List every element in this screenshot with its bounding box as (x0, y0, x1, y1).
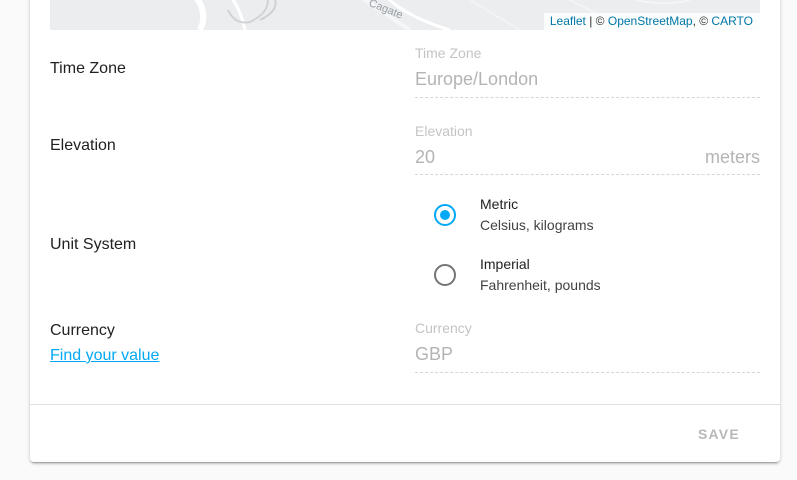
imperial-radio[interactable] (434, 264, 456, 286)
find-your-value-link[interactable]: Find your value (50, 347, 159, 365)
time-zone-field-label: Time Zone (415, 45, 482, 61)
elevation-unit-suffix: meters (704, 147, 760, 167)
unit-system-label: Unit System (50, 236, 137, 253)
elevation-value: 20 (415, 147, 436, 167)
attribution-separator: , © (692, 14, 712, 28)
attribution-separator: | © (585, 14, 608, 28)
map-street-label: Cagate (367, 0, 404, 22)
general-settings-card: Cagate Leaflet | © OpenStreetMap, © CART… (30, 0, 780, 462)
currency-field-label: Currency (415, 320, 472, 336)
map-attribution: Leaflet | © OpenStreetMap, © CARTO (543, 13, 760, 30)
openstreetmap-link[interactable]: OpenStreetMap (608, 14, 693, 28)
time-zone-label: Time Zone (50, 60, 126, 77)
imperial-title: Imperial (480, 256, 530, 272)
imperial-subtitle: Fahrenheit, pounds (480, 277, 601, 293)
leaflet-link[interactable]: Leaflet (550, 14, 586, 28)
carto-link[interactable]: CARTO (711, 14, 753, 28)
metric-radio[interactable] (434, 204, 456, 226)
time-zone-value: Europe/London (415, 69, 539, 89)
card-actions-divider (30, 404, 780, 405)
time-zone-field[interactable]: Time Zone Europe/London (415, 42, 760, 98)
currency-value: GBP (415, 344, 454, 364)
location-map[interactable]: Cagate Leaflet | © OpenStreetMap, © CART… (50, 0, 760, 30)
save-button[interactable]: SAVE (698, 426, 740, 442)
currency-field[interactable]: Currency GBP (415, 317, 760, 373)
currency-label: Currency (50, 322, 115, 339)
metric-title: Metric (480, 196, 519, 212)
elevation-label: Elevation (50, 137, 116, 154)
elevation-field-label: Elevation (415, 123, 473, 139)
elevation-field[interactable]: Elevation 20 meters (415, 120, 760, 175)
metric-subtitle: Celsius, kilograms (480, 217, 594, 233)
